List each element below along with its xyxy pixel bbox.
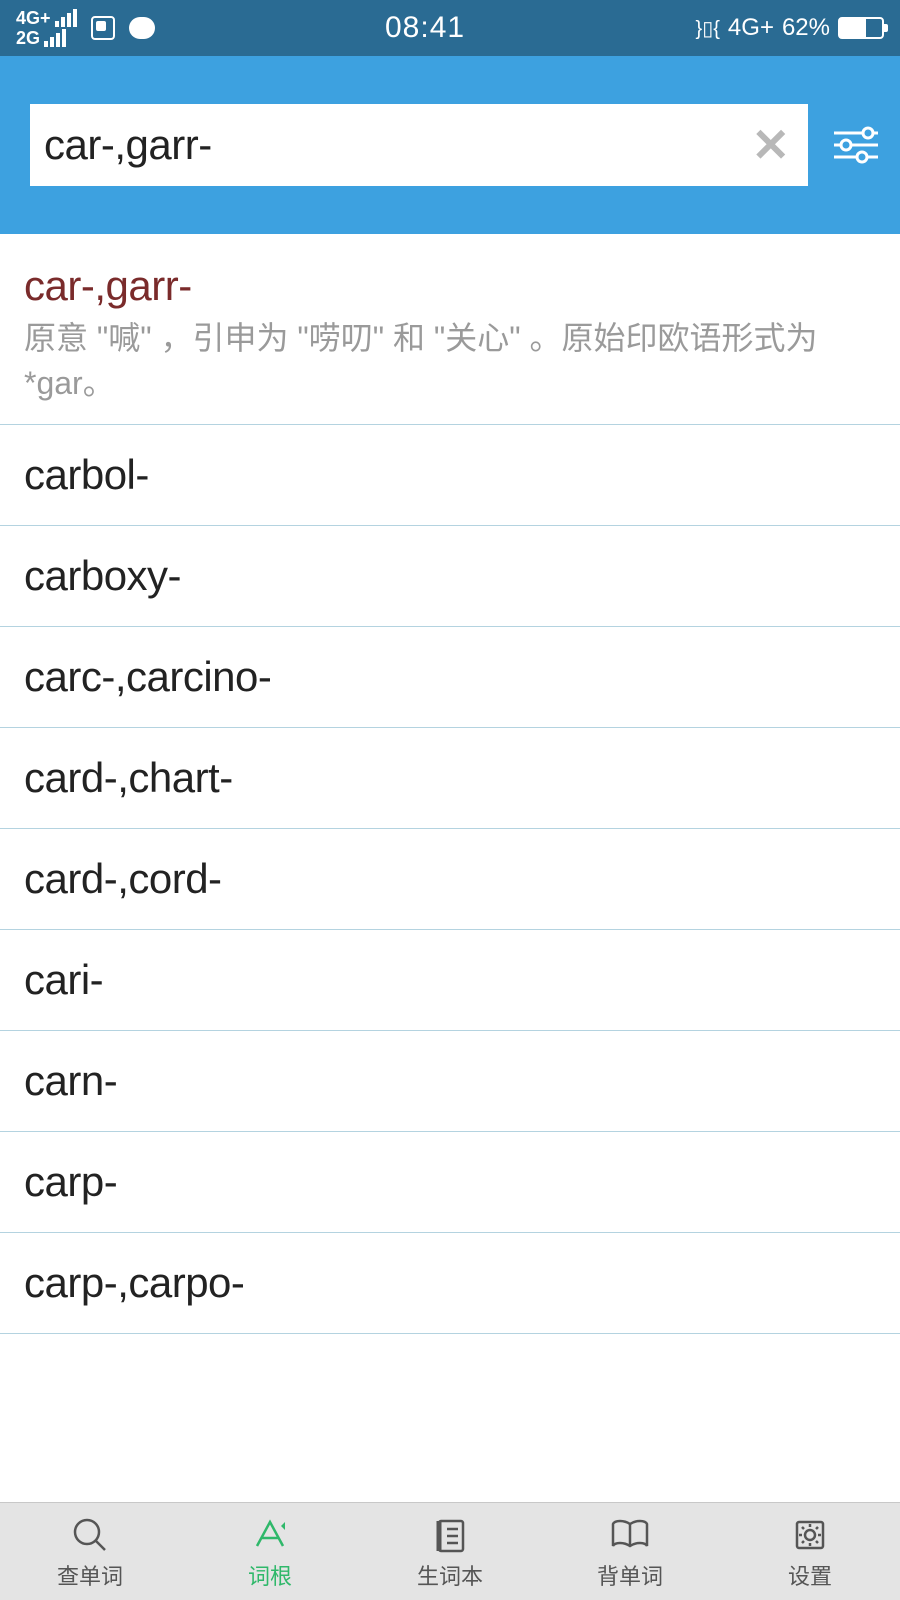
nav-memorize[interactable]: 背单词 <box>540 1503 720 1600</box>
vibrate-icon: }▯{ <box>696 16 720 41</box>
filter-icon[interactable] <box>832 125 880 165</box>
book-icon <box>609 1513 651 1557</box>
status-right: }▯{ 4G+ 62% <box>696 14 884 42</box>
list-item[interactable]: carn- <box>0 1031 900 1132</box>
search-icon <box>71 1513 109 1557</box>
highlighted-entry[interactable]: car-,garr- 原意 "喊" ，引申为 "唠叨" 和 "关心" 。原始印欧… <box>0 234 900 425</box>
nav-lookup[interactable]: 查单词 <box>0 1503 180 1600</box>
network-label: 4G+ <box>728 14 774 42</box>
list-item[interactable]: carboxy- <box>0 526 900 627</box>
list-item[interactable]: card-,cord- <box>0 829 900 930</box>
list-item[interactable]: carp- <box>0 1132 900 1233</box>
status-bar: 4G+ 2G 08:41 }▯{ 4G+ 62% <box>0 0 900 56</box>
signal-4g-label: 4G+ <box>16 9 51 27</box>
list-item[interactable]: carc-,carcino- <box>0 627 900 728</box>
battery-percent: 62% <box>782 14 830 42</box>
nav-label: 词根 <box>248 1559 292 1591</box>
list-item[interactable]: cari- <box>0 930 900 1031</box>
status-left: 4G+ 2G <box>16 9 155 47</box>
nav-label: 查单词 <box>57 1559 123 1591</box>
search-header: ✕ <box>0 56 900 234</box>
nav-wordbook[interactable]: 生词本 <box>360 1503 540 1600</box>
clear-icon[interactable]: ✕ <box>751 122 790 168</box>
notebook-icon <box>431 1513 469 1557</box>
signal-indicator: 4G+ 2G <box>16 9 77 47</box>
list-item[interactable]: carp-,carpo- <box>0 1233 900 1334</box>
bottom-nav: 查单词 词根 生词本 背单词 <box>0 1502 900 1600</box>
nav-roots[interactable]: 词根 <box>180 1503 360 1600</box>
search-input[interactable] <box>44 121 751 169</box>
battery-icon <box>838 17 884 39</box>
nav-label: 设置 <box>788 1559 832 1591</box>
entry-description: 原意 "喊" ，引申为 "唠叨" 和 "关心" 。原始印欧语形式为 *gar。 <box>24 316 876 406</box>
signal-2g-label: 2G <box>16 29 40 47</box>
gear-icon <box>791 1513 829 1557</box>
search-box[interactable]: ✕ <box>30 104 808 186</box>
nav-label: 背单词 <box>597 1559 663 1591</box>
nav-settings[interactable]: 设置 <box>720 1503 900 1600</box>
root-icon <box>251 1513 289 1557</box>
list-item[interactable]: carbol- <box>0 425 900 526</box>
entry-title: car-,garr- <box>24 262 876 310</box>
nav-label: 生词本 <box>417 1559 483 1591</box>
list-item[interactable]: card-,chart- <box>0 728 900 829</box>
do-not-disturb-icon <box>91 16 115 40</box>
clock: 08:41 <box>155 11 696 45</box>
message-icon <box>129 17 155 39</box>
